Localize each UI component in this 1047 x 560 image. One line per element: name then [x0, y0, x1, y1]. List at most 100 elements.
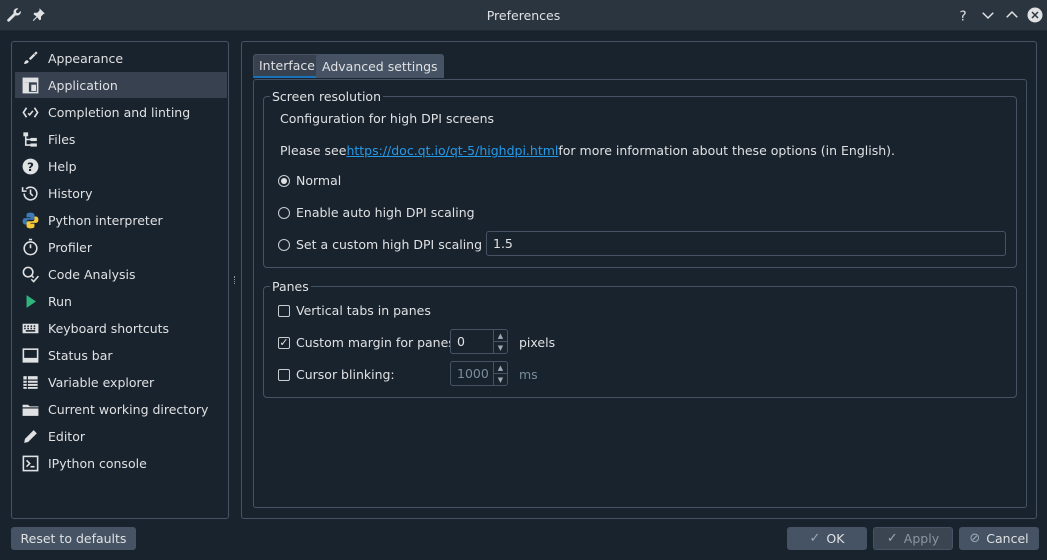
sidebar-item-label: Run — [48, 293, 72, 309]
sidebar-item-application[interactable]: Application — [15, 72, 227, 98]
info-prefix: Please see — [280, 143, 347, 158]
radio-button[interactable] — [278, 206, 290, 219]
radio-label: Set a custom high DPI scaling — [296, 237, 483, 252]
splitter-handle[interactable] — [231, 41, 240, 519]
checkbox-label: Custom margin for panes: — [296, 335, 460, 350]
sidebar-item-profiler[interactable]: Profiler — [15, 234, 227, 260]
paintbrush-icon — [19, 47, 41, 69]
sidebar-item-appearance[interactable]: Appearance — [15, 45, 227, 71]
console-icon — [19, 452, 41, 474]
title-bar: Preferences ? — [0, 0, 1047, 31]
keyboard-icon — [19, 317, 41, 339]
help-icon: ? — [19, 155, 41, 177]
custom-margin-unit: pixels — [519, 335, 556, 350]
cancel-icon: ⊘ — [969, 531, 981, 546]
sidebar-item-label: Variable explorer — [48, 374, 155, 390]
cursor-blinking-checkbox-row[interactable]: Cursor blinking: — [278, 367, 395, 382]
panes-group: Panes Vertical tabs in panes ✓ Custom ma… — [263, 279, 1017, 398]
sidebar-item-label: History — [48, 185, 93, 201]
sidebar-item-label: Application — [48, 77, 118, 93]
sidebar-item-editor[interactable]: Editor — [15, 423, 227, 449]
svg-text:?: ? — [26, 159, 33, 173]
sidebar-item-current-working-directory[interactable]: Current working directory — [15, 396, 227, 422]
sidebar-item-code-analysis[interactable]: Code Analysis — [15, 261, 227, 287]
cursor-blinking-checkbox[interactable] — [278, 368, 290, 381]
svg-text:?: ? — [960, 8, 967, 24]
radio-normal[interactable]: Normal — [278, 173, 341, 188]
code-analysis-icon — [19, 263, 41, 285]
dpi-info-text: Please see https://doc.qt.io/qt-5/highdp… — [280, 143, 895, 158]
help-icon[interactable]: ? — [954, 5, 974, 25]
variable-explorer-icon — [19, 371, 41, 393]
info-suffix: for more information about these options… — [558, 143, 895, 158]
cursor-blinking-spinbox[interactable]: 1000 ▲ ▼ — [450, 361, 508, 386]
radio-auto-high-dpi[interactable]: Enable auto high DPI scaling — [278, 205, 475, 220]
apply-button[interactable]: ✓ Apply — [873, 527, 953, 550]
sidebar-item-label: Python interpreter — [48, 212, 163, 228]
sidebar-item-label: Editor — [48, 428, 85, 444]
stopwatch-icon — [19, 236, 41, 258]
python-icon — [19, 209, 41, 231]
application-layout-icon — [19, 74, 41, 96]
spinbox-value: 1000 — [457, 366, 489, 381]
editor-icon — [19, 425, 41, 447]
custom-margin-checkbox[interactable]: ✓ — [278, 336, 290, 349]
radio-button[interactable] — [278, 238, 290, 251]
tab-advanced-settings[interactable]: Advanced settings — [316, 54, 444, 78]
vertical-tabs-checkbox[interactable] — [278, 304, 290, 317]
preferences-sidebar: Appearance Application Completion and li… — [11, 41, 229, 519]
checkbox-label: Vertical tabs in panes — [296, 303, 431, 318]
spin-down-icon[interactable]: ▼ — [494, 373, 507, 385]
cancel-button[interactable]: ⊘ Cancel — [959, 527, 1039, 550]
check-icon: ✓ — [886, 531, 898, 546]
interface-tab-pane: Screen resolution Configuration for high… — [253, 79, 1027, 508]
sidebar-item-history[interactable]: History — [15, 180, 227, 206]
sidebar-item-files[interactable]: Files — [15, 126, 227, 152]
sidebar-item-label: Completion and linting — [48, 104, 191, 120]
cursor-blinking-unit: ms — [519, 367, 538, 382]
cancel-label: Cancel — [986, 531, 1029, 546]
window-title: Preferences — [486, 8, 561, 23]
screen-resolution-description: Configuration for high DPI screens — [280, 111, 495, 126]
spin-up-icon[interactable]: ▲ — [494, 362, 507, 373]
screen-resolution-group: Screen resolution Configuration for high… — [263, 89, 1017, 268]
spin-down-icon[interactable]: ▼ — [494, 341, 507, 353]
preferences-content: Interface Advanced settings Screen resol… — [241, 41, 1037, 519]
group-title: Panes — [270, 279, 311, 294]
radio-button[interactable] — [278, 174, 290, 187]
minimize-chevron-down-icon[interactable] — [978, 5, 998, 25]
vertical-tabs-checkbox-row[interactable]: Vertical tabs in panes — [278, 303, 431, 318]
sidebar-item-label: IPython console — [48, 455, 147, 471]
close-icon[interactable] — [1025, 5, 1045, 25]
sidebar-item-run[interactable]: Run — [15, 288, 227, 314]
sidebar-item-label: Keyboard shortcuts — [48, 320, 170, 336]
status-bar-icon — [19, 344, 41, 366]
sidebar-item-keyboard-shortcuts[interactable]: Keyboard shortcuts — [15, 315, 227, 341]
ok-label: OK — [826, 531, 845, 546]
completion-icon — [19, 101, 41, 123]
history-icon — [19, 182, 41, 204]
reset-to-defaults-button[interactable]: Reset to defaults — [11, 527, 136, 550]
sidebar-item-help[interactable]: ? Help — [15, 153, 227, 179]
sidebar-item-completion-and-linting[interactable]: Completion and linting — [15, 99, 227, 125]
checkbox-label: Cursor blinking: — [296, 367, 395, 382]
sidebar-item-status-bar[interactable]: Status bar — [15, 342, 227, 368]
custom-margin-checkbox-row[interactable]: ✓ Custom margin for panes: — [278, 335, 459, 350]
ok-button[interactable]: ✓ OK — [787, 527, 867, 550]
sidebar-item-python-interpreter[interactable]: Python interpreter — [15, 207, 227, 233]
sidebar-item-label: Code Analysis — [48, 266, 136, 282]
apply-label: Apply — [903, 531, 940, 546]
sidebar-item-label: Status bar — [48, 347, 113, 363]
highdpi-docs-link[interactable]: https://doc.qt.io/qt-5/highdpi.html — [346, 143, 558, 158]
sidebar-item-label: Appearance — [48, 50, 124, 66]
radio-custom-high-dpi[interactable]: Set a custom high DPI scaling — [278, 237, 482, 252]
sidebar-item-variable-explorer[interactable]: Variable explorer — [15, 369, 227, 395]
tab-interface[interactable]: Interface — [253, 54, 321, 78]
spin-up-icon[interactable]: ▲ — [494, 330, 507, 341]
maximize-chevron-up-icon[interactable] — [1002, 5, 1022, 25]
sidebar-item-label: Current working directory — [48, 401, 209, 417]
custom-scaling-input[interactable]: 1.5 — [486, 231, 1006, 256]
sidebar-item-ipython-console[interactable]: IPython console — [15, 450, 227, 476]
custom-margin-spinbox[interactable]: 0 ▲ ▼ — [450, 329, 508, 354]
files-tree-icon — [19, 128, 41, 150]
